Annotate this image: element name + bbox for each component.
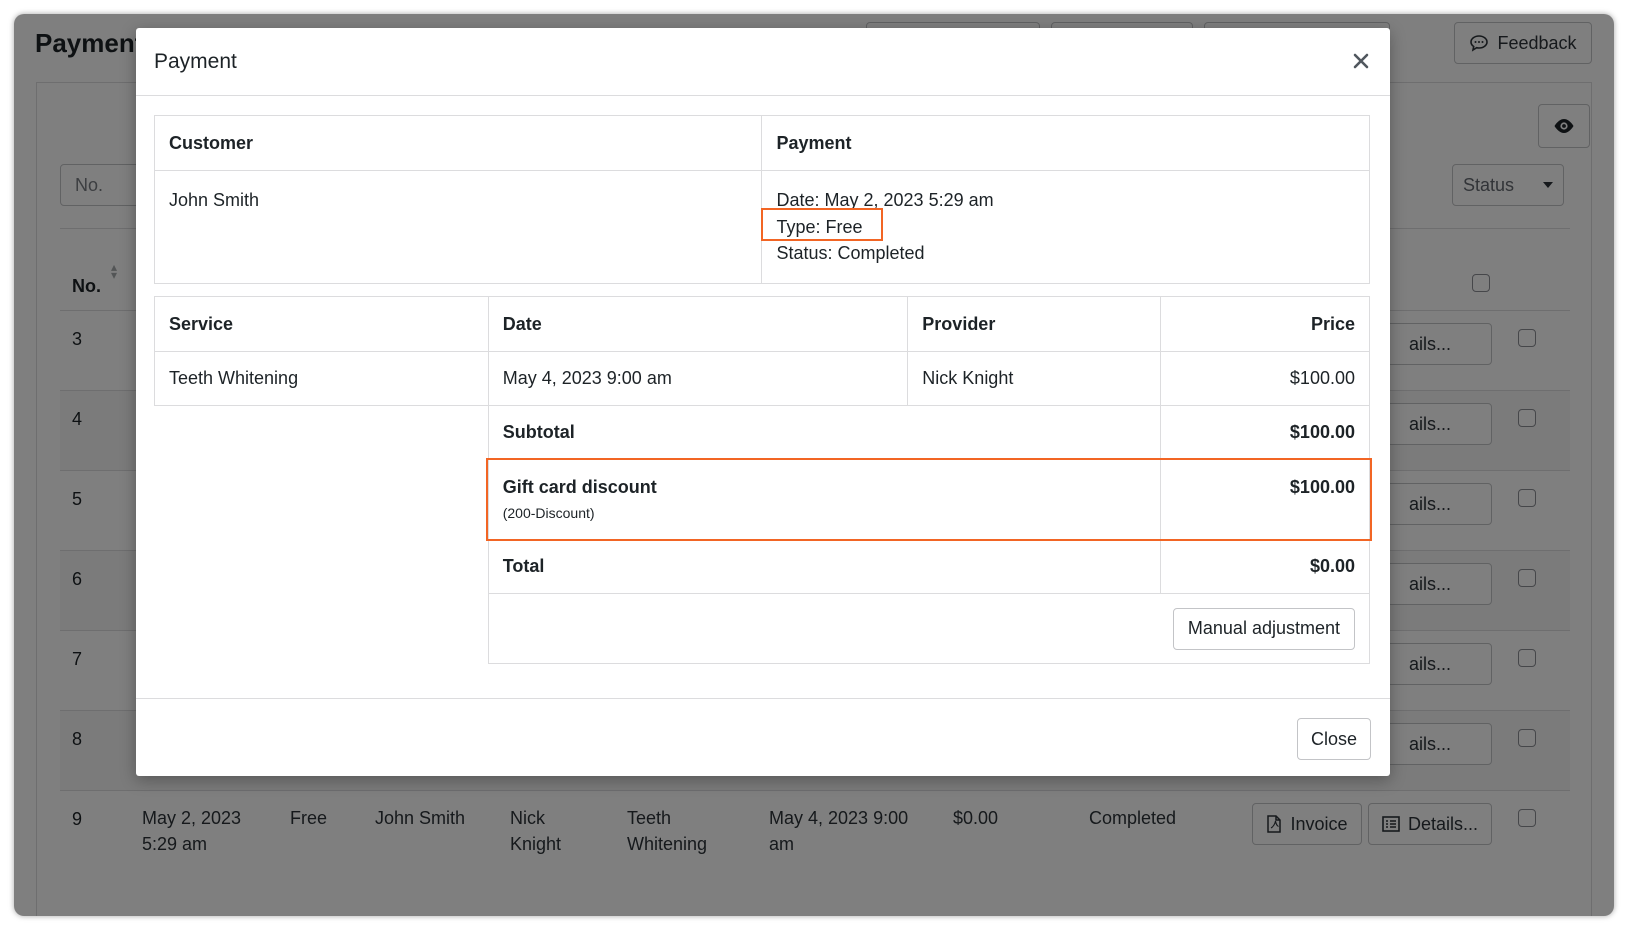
subtotal-value: $100.00 — [1160, 405, 1370, 460]
discount-code: (200-Discount) — [502, 505, 595, 521]
payment-header: Payment — [761, 115, 1370, 171]
close-icon[interactable] — [1348, 48, 1374, 74]
payment-info-table: Customer Payment John Smith Date: May 2,… — [153, 115, 1370, 284]
provider-header: Provider — [907, 296, 1162, 352]
adjustment-cell: Manual adjustment — [487, 593, 1371, 664]
discount-label: Gift card discount — [502, 477, 657, 497]
payment-modal: Payment Customer Payment John Smith Date… — [136, 28, 1390, 776]
total-value: $0.00 — [1160, 539, 1370, 594]
subtotal-label: Subtotal — [487, 405, 1162, 460]
discount-cell: Gift card discount (200-Discount) — [487, 459, 1162, 540]
date-header: Date — [487, 296, 909, 352]
payment-date: Date: May 2, 2023 5:29 am — [776, 190, 994, 210]
service-date: May 4, 2023 9:00 am — [487, 351, 909, 406]
customer-header: Customer — [153, 115, 763, 171]
service-name: Teeth Whitening — [154, 351, 489, 406]
service-provider: Nick Knight — [907, 351, 1162, 406]
customer-name: John Smith — [153, 170, 763, 284]
service-table: Service Date Provider Price Teeth Whiten… — [154, 296, 1371, 664]
discount-value: $100.00 — [1160, 459, 1370, 540]
modal-footer: Close — [136, 698, 1390, 776]
modal-title: Payment — [154, 50, 237, 73]
service-header: Service — [154, 296, 489, 352]
payment-details: Date: May 2, 2023 5:29 am Type: Free Sta… — [761, 170, 1370, 284]
price-header: Price — [1160, 296, 1370, 352]
service-price: $100.00 — [1160, 351, 1370, 406]
payment-type: Type: Free — [776, 216, 863, 237]
total-label: Total — [487, 539, 1162, 594]
close-button[interactable]: Close — [1297, 718, 1371, 760]
manual-adjustment-button[interactable]: Manual adjustment — [1172, 607, 1355, 650]
modal-header: Payment — [136, 28, 1390, 96]
payment-status: Status: Completed — [776, 243, 925, 263]
